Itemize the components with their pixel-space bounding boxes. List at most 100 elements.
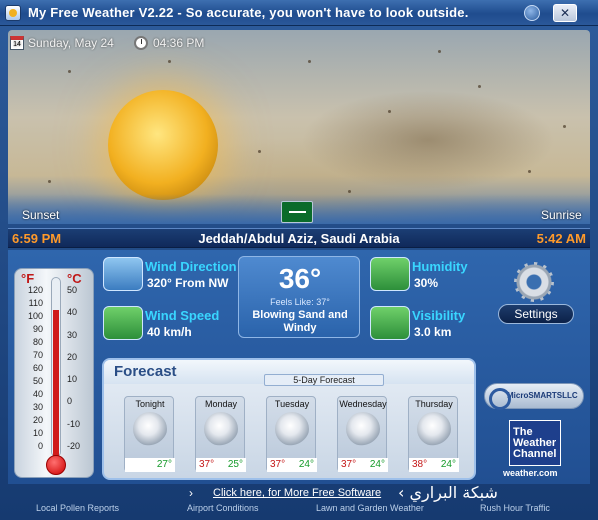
visibility-label: Visibility (412, 308, 466, 323)
partly-cloudy-icon (133, 412, 167, 446)
fahrenheit-tick: 30 (32, 402, 43, 412)
settings-button[interactable]: Settings (498, 304, 574, 324)
current-temperature: 36° (278, 263, 322, 294)
gear-icon[interactable] (514, 262, 554, 302)
forecast-high: 37° (270, 459, 286, 470)
sunset-label: Sunset (22, 208, 60, 222)
forecast-day-name: Tonight (135, 399, 165, 409)
weather-com-link[interactable]: weather.com (503, 468, 558, 478)
forecast-low: 24° (369, 459, 385, 470)
calendar-icon: 14 (10, 36, 24, 50)
sunny-icon (204, 412, 238, 446)
chevron-right-icon: › (189, 486, 193, 500)
rush-hour-link[interactable]: Rush Hour Traffic (480, 503, 550, 513)
fahrenheit-tick: 80 (32, 337, 43, 347)
celsius-tick: -10 (67, 418, 81, 429)
sunrise-label: Sunrise (541, 208, 582, 222)
forecast-low: 27° (156, 459, 172, 470)
sunny-icon (346, 412, 380, 446)
forecast-day[interactable]: Wednesday 37° 24° (337, 396, 388, 472)
forecast-low: 24° (440, 459, 456, 470)
wind-direction-value: 320° From NW (147, 276, 229, 290)
current-date: Sunday, May 24 (28, 36, 114, 50)
weather-channel-logo[interactable]: The Weather Channel (509, 420, 561, 466)
forecast-low: 24° (298, 459, 314, 470)
visibility-icon (370, 306, 410, 340)
pollen-reports-link[interactable]: Local Pollen Reports (36, 503, 119, 513)
airport-conditions-link[interactable]: Airport Conditions (187, 503, 259, 513)
celsius-tick: 10 (67, 374, 78, 385)
forecast-day-name: Tuesday (274, 399, 310, 409)
thermometer-bulb (46, 455, 66, 475)
wind-speed-icon (103, 306, 143, 340)
forecast-high: 37° (199, 459, 215, 470)
location-bar: 6:59 PM Jeddah/Abdul Aziz, Saudi Arabia … (8, 228, 590, 248)
forecast-day-name: Monday (204, 399, 238, 409)
location-name: Jeddah/Abdul Aziz, Saudi Arabia (198, 231, 400, 246)
fahrenheit-tick: 10 (32, 428, 43, 438)
sunny-icon (417, 412, 451, 446)
arabic-site-text: شبكة البراري (409, 483, 498, 502)
forecast-high: 38° (412, 459, 428, 470)
app-icon (5, 5, 21, 21)
forecast-day[interactable]: Tuesday 37° 24° (266, 396, 317, 472)
forecast-low: 25° (227, 459, 243, 470)
sunny-icon (275, 412, 309, 446)
fahrenheit-tick: 120 (27, 285, 43, 295)
visibility-value: 3.0 km (414, 325, 452, 339)
humidity-icon (370, 257, 410, 291)
fahrenheit-tick: 70 (32, 350, 43, 360)
condition-text: Blowing Sand and Windy (252, 309, 348, 334)
minimize-button[interactable] (524, 5, 540, 21)
fahrenheit-tick: 100 (27, 311, 43, 321)
humidity-value: 30% (414, 276, 439, 290)
fahrenheit-tick: 20 (32, 415, 43, 425)
feels-like: Feels Like: 37° (270, 297, 330, 307)
wind-direction-label: Wind Direction (145, 259, 237, 274)
fahrenheit-tick: 60 (32, 363, 43, 373)
weather-scene (8, 30, 590, 224)
forecast-day-name: Wednesday (339, 399, 387, 409)
thermometer-level (53, 309, 59, 459)
forecast-day[interactable]: Monday 37° 25° (195, 396, 246, 472)
close-button[interactable]: ✕ (553, 4, 577, 22)
twc-line-3: Channel (513, 448, 557, 460)
current-time: 04:36 PM (153, 36, 205, 50)
forecast-high: 37° (341, 459, 357, 470)
more-software-link[interactable]: Click here, for More Free Software (213, 487, 381, 499)
forecast-subtitle: 5-Day Forecast (264, 374, 384, 386)
microsmarts-logo[interactable]: MicroSMARTSLLC (484, 383, 584, 410)
wind-direction-icon (103, 257, 143, 291)
lawn-garden-link[interactable]: Lawn and Garden Weather (316, 503, 424, 513)
forecast-day-name: Thursday (415, 399, 453, 409)
fahrenheit-tick: 90 (32, 324, 43, 334)
chevron-left-icon: ‹ (398, 483, 410, 502)
sunrise-time: 5:42 AM (536, 231, 586, 246)
celsius-tick: 50 (67, 285, 78, 295)
fahrenheit-tick: 50 (32, 376, 43, 386)
arabic-site-link[interactable]: ‹ شبكة البراري (398, 483, 498, 502)
celsius-tick: 0 (67, 396, 73, 407)
thermometer: °F °C 120 110 100 90 80 70 60 50 40 30 20 10 0 50 40 30… (14, 268, 94, 478)
forecast-title: Forecast (114, 363, 177, 380)
wind-speed-label: Wind Speed (145, 308, 220, 323)
fahrenheit-tick: 110 (28, 298, 43, 308)
celsius-tick: -20 (67, 441, 81, 451)
fahrenheit-tick: 40 (32, 389, 43, 399)
title-bar[interactable]: My Free Weather V2.22 - So accurate, you… (0, 0, 598, 26)
current-conditions: 36° Feels Like: 37° Blowing Sand and Win… (238, 256, 360, 338)
celsius-tick: 30 (67, 329, 78, 340)
sun-image (108, 90, 218, 200)
window-title: My Free Weather V2.22 - So accurate, you… (28, 5, 469, 20)
clock-icon (134, 36, 148, 50)
celsius-tick: 20 (67, 351, 78, 362)
fahrenheit-label: °F (21, 271, 35, 286)
wind-speed-value: 40 km/h (147, 325, 192, 339)
forecast-day[interactable]: Thursday 38° 24° (408, 396, 459, 472)
forecast-panel: Forecast 5-Day Forecast Tonight 27° Mond… (102, 358, 476, 480)
humidity-label: Humidity (412, 259, 468, 274)
fahrenheit-tick: 0 (37, 441, 43, 451)
country-flag-icon[interactable] (281, 201, 313, 223)
celsius-tick: 40 (67, 307, 78, 318)
forecast-day[interactable]: Tonight 27° (124, 396, 175, 472)
